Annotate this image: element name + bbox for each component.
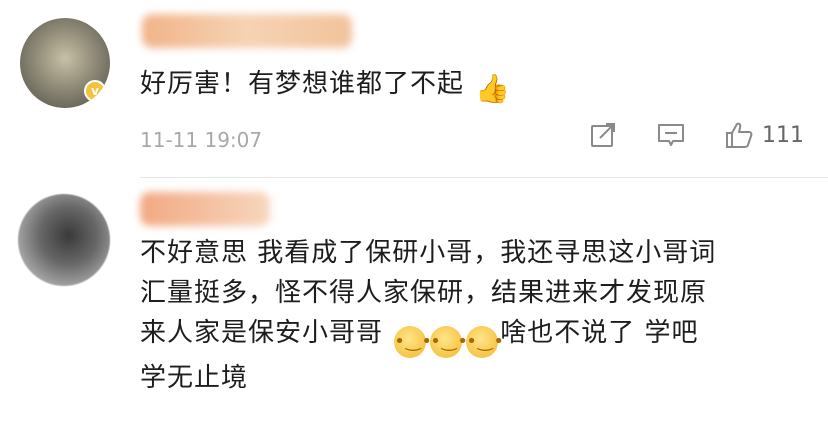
comment-line-part: 来人家是保安小哥哥 <box>140 318 384 348</box>
comment-icon <box>658 124 684 146</box>
comment-item: v 好厉害！有梦想谁都了不起 👍 11-11 19:07 111 <box>0 0 828 178</box>
like-icon <box>726 122 753 148</box>
repost-button[interactable] <box>588 120 618 150</box>
thinking-face-emoji-icon: •‿• <box>394 326 432 358</box>
comment-line-part: 啥也不说了 学吧 <box>500 318 699 348</box>
comment-line: 汇量挺多，怪不得人家保研，结果进来才发现原 <box>140 278 708 308</box>
reply-button[interactable] <box>656 120 686 150</box>
username-blurred[interactable] <box>140 192 270 226</box>
repost-icon <box>591 123 615 147</box>
avatar[interactable] <box>18 194 110 286</box>
comment-line: 不好意思 我看成了保研小哥，我还寻思这小哥词 <box>140 238 717 268</box>
v-badge-icon: v <box>84 80 106 102</box>
comment-text: 不好意思 我看成了保研小哥，我还寻思这小哥词 汇量挺多，怪不得人家保研，结果进来… <box>140 233 810 398</box>
comment-item: 不好意思 我看成了保研小哥，我还寻思这小哥词 汇量挺多，怪不得人家保研，结果进来… <box>0 178 828 424</box>
username-blurred[interactable] <box>142 14 352 48</box>
comment-line: 学无止境 <box>140 363 249 393</box>
thumbs-up-emoji-icon: 👍 <box>475 72 512 105</box>
comment-body: 好厉害！有梦想谁都了不起 <box>140 69 465 99</box>
comment-line: 来人家是保安小哥哥 •‿••‿••‿•啥也不说了 学吧 <box>140 313 810 358</box>
like-button[interactable]: 111 <box>724 120 804 150</box>
thinking-face-emoji-icon: •‿• <box>466 326 504 358</box>
timestamp: 11-11 19:07 <box>140 128 263 152</box>
comment-text: 好厉害！有梦想谁都了不起 👍 <box>140 64 512 105</box>
like-count: 111 <box>762 122 804 148</box>
thinking-face-emoji-icon: •‿• <box>430 326 468 358</box>
avatar[interactable]: v <box>20 18 110 108</box>
